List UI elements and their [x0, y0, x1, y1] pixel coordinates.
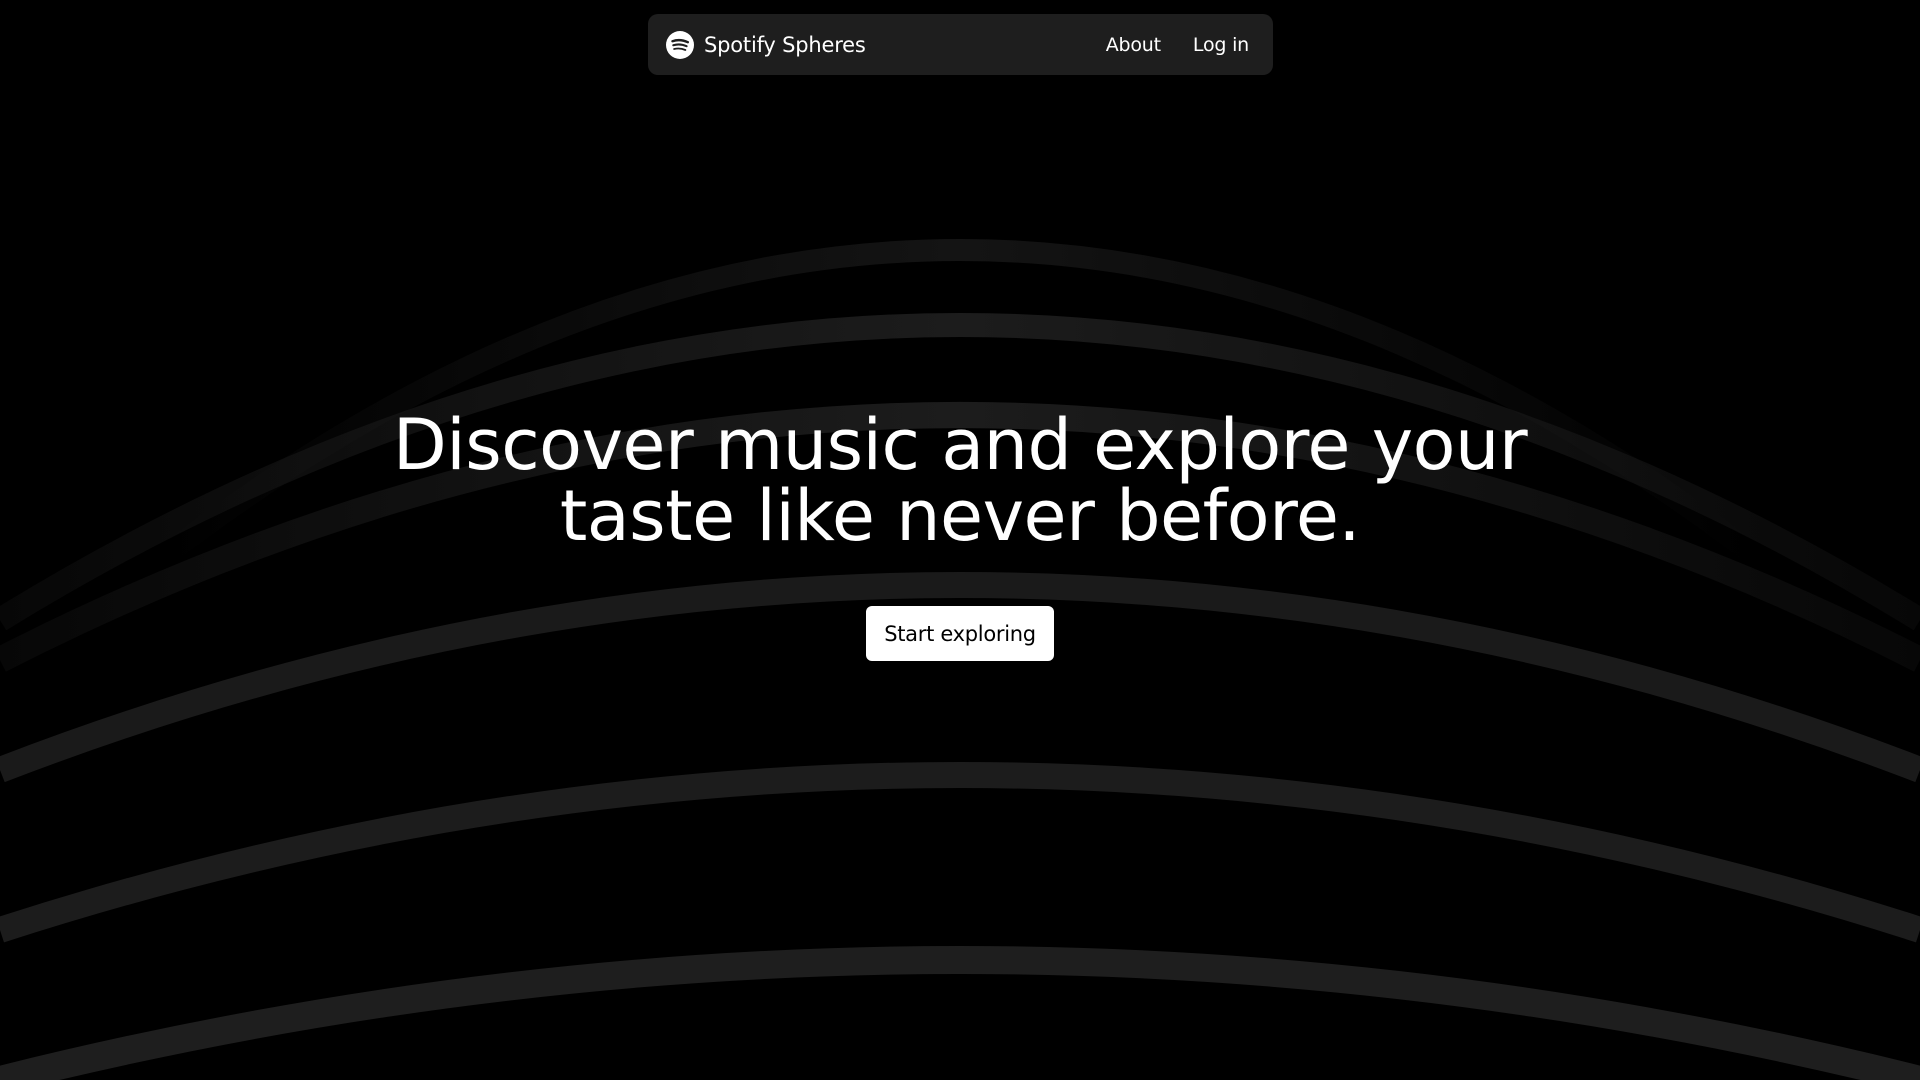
arc-5: [0, 762, 1920, 943]
brand-name: Spotify Spheres: [704, 32, 866, 57]
start-exploring-button[interactable]: Start exploring: [866, 606, 1054, 661]
login-link[interactable]: Log in: [1193, 34, 1249, 56]
landing-page: Spotify Spheres About Log in Discover mu…: [0, 0, 1920, 1080]
arc-6: [0, 946, 1920, 1080]
hero-section: Discover music and explore your taste li…: [0, 410, 1920, 552]
brand-link[interactable]: Spotify Spheres: [666, 30, 866, 59]
hero-title-line-1: Discover music and explore your: [392, 404, 1528, 486]
hero-title-line-2: taste like never before.: [559, 475, 1361, 557]
about-link[interactable]: About: [1106, 34, 1161, 56]
top-navbar: Spotify Spheres About Log in: [648, 14, 1273, 75]
hero-title: Discover music and explore your taste li…: [0, 410, 1920, 552]
nav-links: About Log in: [1106, 34, 1249, 56]
spotify-logo-icon: [666, 30, 694, 59]
